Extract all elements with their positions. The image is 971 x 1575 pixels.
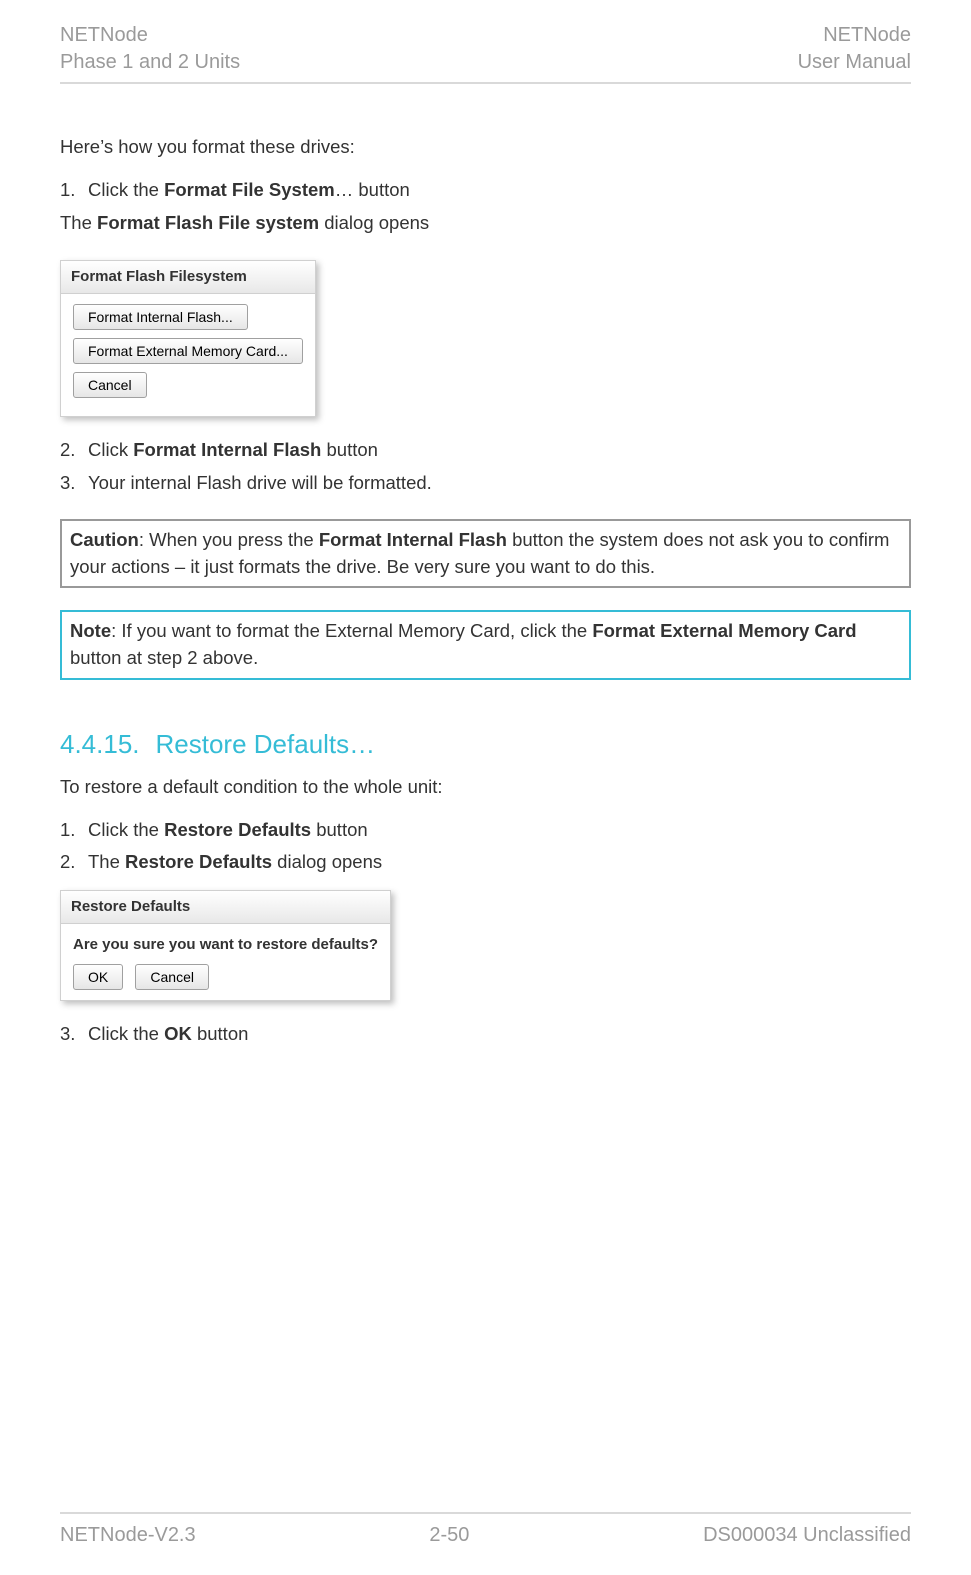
format-flash-dialog: Format Flash Filesystem Format Internal … xyxy=(60,260,316,417)
dialog-title: Restore Defaults xyxy=(61,891,390,924)
step-text: Click the OK button xyxy=(88,1021,248,1048)
format-step-1-result: The Format Flash File system dialog open… xyxy=(60,210,911,237)
step-number: 2. xyxy=(60,849,88,876)
restore-step-2: 2. The Restore Defaults dialog opens xyxy=(60,849,911,876)
step-number: 3. xyxy=(60,1021,88,1048)
caution-box: Caution: When you press the Format Inter… xyxy=(60,519,911,589)
page-footer: NETNode-V2.3 2-50 DS000034 Unclassified xyxy=(60,1512,911,1547)
cancel-button[interactable]: Cancel xyxy=(73,372,147,398)
format-step-2: 2. Click Format Internal Flash button xyxy=(60,437,911,464)
footer-center: 2-50 xyxy=(429,1524,469,1547)
note-box: Note: If you want to format the External… xyxy=(60,610,911,680)
page-header: NETNode Phase 1 and 2 Units NETNode User… xyxy=(60,22,911,84)
caution-label: Caution xyxy=(70,529,139,550)
format-external-memory-card-button[interactable]: Format External Memory Card... xyxy=(73,338,303,364)
step-text: Click Format Internal Flash button xyxy=(88,437,378,464)
format-internal-flash-button[interactable]: Format Internal Flash... xyxy=(73,304,248,330)
section-heading: 4.4.15. Restore Defaults… xyxy=(60,726,911,764)
ok-button[interactable]: OK xyxy=(73,964,123,990)
restore-defaults-dialog: Restore Defaults Are you sure you want t… xyxy=(60,890,391,1001)
step-text: The Restore Defaults dialog opens xyxy=(88,849,382,876)
footer-left: NETNode-V2.3 xyxy=(60,1524,196,1547)
step-text: Click the Restore Defaults button xyxy=(88,817,368,844)
step-text: Click the Format File System… button xyxy=(88,177,410,204)
section-title: Restore Defaults… xyxy=(156,729,376,759)
restore-step-1: 1. Click the Restore Defaults button xyxy=(60,817,911,844)
header-left: NETNode Phase 1 and 2 Units xyxy=(60,22,240,76)
note-label: Note xyxy=(70,620,111,641)
section-number: 4.4.15. xyxy=(60,729,140,759)
dialog-question: Are you sure you want to restore default… xyxy=(73,934,378,956)
header-right-line2: User Manual xyxy=(798,49,911,76)
step-number: 2. xyxy=(60,437,88,464)
format-step-1: 1. Click the Format File System… button xyxy=(60,177,911,204)
cancel-button[interactable]: Cancel xyxy=(135,964,209,990)
header-left-line1: NETNode xyxy=(60,22,240,49)
step-number: 1. xyxy=(60,177,88,204)
format-step-3: 3. Your internal Flash drive will be for… xyxy=(60,470,911,497)
restore-step-3: 3. Click the OK button xyxy=(60,1021,911,1048)
header-right-line1: NETNode xyxy=(798,22,911,49)
header-left-line2: Phase 1 and 2 Units xyxy=(60,49,240,76)
dialog-title: Format Flash Filesystem xyxy=(61,261,315,294)
header-right: NETNode User Manual xyxy=(798,22,911,76)
footer-right: DS000034 Unclassified xyxy=(703,1524,911,1547)
step-number: 1. xyxy=(60,817,88,844)
step-number: 3. xyxy=(60,470,88,497)
step-text: Your internal Flash drive will be format… xyxy=(88,470,432,497)
restore-intro: To restore a default condition to the wh… xyxy=(60,774,911,801)
intro-text: Here’s how you format these drives: xyxy=(60,134,911,161)
